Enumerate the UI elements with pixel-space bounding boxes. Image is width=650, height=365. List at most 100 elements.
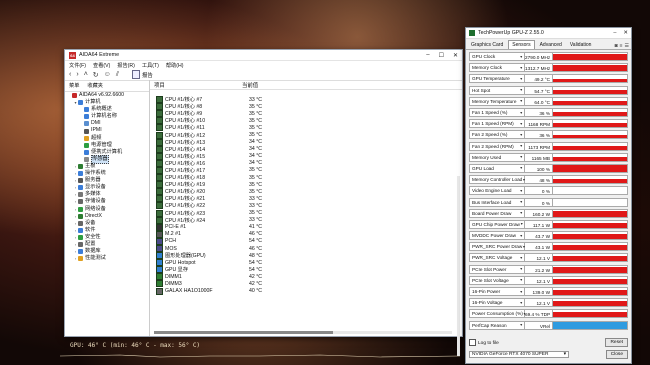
checkbox-icon[interactable] [469, 339, 476, 346]
tree-item[interactable]: › 软件 [65, 227, 149, 234]
tree-item[interactable]: › 性能测试 [65, 255, 149, 262]
tree-item[interactable]: › 设备 [65, 220, 149, 227]
sensor-row[interactable]: DIMM1 42 °C [156, 273, 456, 281]
tree-item[interactable]: › 存储设备 [65, 198, 149, 205]
sensor-name-dropdown[interactable]: PWR_SRC Power Draw▼ [469, 242, 526, 252]
close-button[interactable]: Close [605, 350, 628, 359]
column-item[interactable]: 项目 [150, 81, 238, 89]
sensor-name-dropdown[interactable]: PCIe Slot Voltage ▼ [469, 275, 525, 285]
menu-item[interactable]: 查看(V) [93, 62, 110, 69]
close-icon[interactable]: ✕ [453, 52, 458, 59]
sensor-name-dropdown[interactable]: PCIe Slot Power ▼ [469, 264, 525, 274]
tree-item[interactable]: › 操作系统 [65, 170, 149, 177]
sensor-row[interactable]: CPU #1/核心 #23 35 °C [156, 209, 456, 217]
sensor-row[interactable]: DIMM3 42 °C [156, 280, 456, 288]
nav-tab[interactable]: 菜单 [69, 82, 79, 89]
minimize-icon[interactable]: – [426, 52, 429, 59]
sensor-name-dropdown[interactable]: Memory Used ▼ [469, 152, 525, 162]
menu-item[interactable]: 工具(T) [142, 62, 159, 69]
tree-item[interactable]: › 多媒体 [65, 191, 149, 198]
sensor-name-dropdown[interactable]: Fan 2 Speed (RPM) ▼ [469, 141, 525, 151]
tree-item[interactable]: › 网络设备 [65, 206, 149, 213]
column-value[interactable]: 当前值 [238, 81, 258, 89]
maximize-icon[interactable]: ☐ [439, 52, 444, 59]
sensor-row[interactable]: CPU #1/核心 #12 35 °C [156, 131, 456, 139]
user-icon[interactable]: ☺ [104, 71, 111, 78]
sensor-name-dropdown[interactable]: PWR_SRC Voltage ▼ [469, 253, 525, 263]
menu-item[interactable]: 报告(R) [117, 62, 135, 69]
tree-item[interactable]: › 配置 [65, 241, 149, 248]
horizontal-scrollbar[interactable] [154, 331, 452, 334]
sensor-name-dropdown[interactable]: GPU Chip Power Draw ▼ [469, 219, 525, 229]
sensor-row[interactable]: CPU #1/核心 #20 35 °C [156, 188, 456, 196]
gpu-select[interactable]: NVIDIA GeForce RTX 4070 SUPER ▾ [469, 351, 569, 358]
sensor-row[interactable]: CPU #1/核心 #14 34 °C [156, 145, 456, 153]
forward-icon[interactable]: › [76, 71, 78, 78]
tree-item[interactable]: › 数据库 [65, 248, 149, 255]
sensor-row[interactable]: CPU #1/核心 #24 33 °C [156, 216, 456, 224]
close-icon[interactable]: ✕ [623, 30, 628, 36]
tree-item[interactable]: › 主板 [65, 163, 149, 170]
sensor-name-dropdown[interactable]: 16-Pin Voltage ▼ [469, 298, 525, 308]
tree-item[interactable]: › 显示设备 [65, 184, 149, 191]
tree-item[interactable]: › 服务器 [65, 177, 149, 184]
up-icon[interactable]: ˄ [84, 71, 88, 78]
gpuz-tab[interactable]: Validation [567, 41, 595, 49]
reset-button[interactable]: Reset [605, 338, 628, 347]
tree-item[interactable]: 传感器 [65, 154, 149, 164]
sensor-row[interactable]: CPU #1/核心 #13 34 °C [156, 138, 456, 146]
sensor-row[interactable]: CPU #1/核心 #18 35 °C [156, 174, 456, 182]
sensor-row[interactable]: CPU #1/核心 #16 34 °C [156, 159, 456, 167]
sensor-row[interactable]: PCI-E #1 41 °C [156, 223, 456, 231]
sensor-row[interactable]: M.2 #1 46 °C [156, 230, 456, 238]
sensor-name-dropdown[interactable]: Power Consumption (%)▼ [469, 309, 526, 319]
sensor-row[interactable]: CPU #1/核心 #21 33 °C [156, 195, 456, 203]
sensor-row[interactable]: CPU #1/核心 #10 35 °C [156, 117, 456, 125]
sensor-name-dropdown[interactable]: PerfCap Reason ▼ [469, 320, 525, 330]
sensor-name-dropdown[interactable]: GPU Temperature ▼ [469, 74, 525, 84]
sensor-name-dropdown[interactable]: Memory Clock ▼ [469, 63, 525, 73]
back-icon[interactable]: ‹ [69, 71, 71, 78]
sensor-row[interactable]: GPU Hotspot 54 °C [156, 259, 456, 267]
sensor-row[interactable]: CPU #1/核心 #7 33 °C [156, 96, 456, 104]
tree-item[interactable]: IPMI [65, 127, 149, 134]
menu-icon[interactable]: ☰ [625, 43, 629, 49]
tree-item[interactable]: AIDA64 v6.92.6600 [65, 92, 149, 99]
sensor-name-dropdown[interactable]: Video Engine Load ▼ [469, 186, 525, 196]
sensor-name-dropdown[interactable]: Board Power Draw ▼ [469, 208, 525, 218]
refresh-icon[interactable]: ≡ [620, 43, 623, 49]
sensor-name-dropdown[interactable]: MVDDC Power Draw ▼ [469, 231, 525, 241]
minimize-icon[interactable]: – [613, 30, 616, 36]
sensor-row[interactable]: 图形处理器(GPU) 48 °C [156, 252, 456, 260]
tree-item[interactable]: 计算机名称 [65, 113, 149, 120]
sensor-row[interactable]: CPU #1/核心 #11 35 °C [156, 124, 456, 132]
sensor-row[interactable]: CPU #1/核心 #9 35 °C [156, 110, 456, 118]
sensor-name-dropdown[interactable]: Memory Controller Load▼ [469, 175, 526, 185]
sensor-row[interactable]: CPU #1/核心 #17 35 °C [156, 166, 456, 174]
sensor-name-dropdown[interactable]: GPU Load ▼ [469, 163, 525, 173]
sensor-row[interactable]: CPU #1/核心 #19 35 °C [156, 181, 456, 189]
tree-item[interactable]: 超频 [65, 135, 149, 142]
sensor-row[interactable]: GPU 显存 54 °C [156, 266, 456, 274]
tree-item[interactable]: 电源管理 [65, 142, 149, 149]
sensor-row[interactable]: CPU #1/核心 #15 34 °C [156, 152, 456, 160]
sensor-name-dropdown[interactable]: Hot Spot ▼ [469, 85, 525, 95]
menu-item[interactable]: 文件(F) [69, 62, 86, 69]
sensor-name-dropdown[interactable]: Fan 2 Speed (%) ▼ [469, 130, 525, 140]
gpuz-tab[interactable]: Advanced [537, 41, 565, 49]
sensor-row[interactable]: GALAX HA1O1000F 40 °C [156, 287, 456, 295]
tree-item[interactable]: › DirectX [65, 213, 149, 220]
vertical-scrollbar[interactable] [457, 176, 460, 356]
gpuz-tab[interactable]: Sensors [508, 40, 535, 49]
sensor-name-dropdown[interactable]: Fan 1 Speed (%) ▼ [469, 108, 525, 118]
sensor-name-dropdown[interactable]: 16-Pin Power ▼ [469, 287, 525, 297]
tree-item[interactable]: › 安全性 [65, 234, 149, 241]
sensor-name-dropdown[interactable]: GPU Clock ▼ [469, 52, 525, 62]
sensor-name-dropdown[interactable]: Fan 1 Speed (RPM) ▼ [469, 119, 525, 129]
refresh-icon[interactable]: ↻ [93, 71, 99, 79]
menu-item[interactable]: 帮助(H) [166, 62, 184, 69]
tree-item[interactable]: DMI [65, 120, 149, 127]
chart-icon[interactable]: ⫽ [116, 71, 119, 79]
sensor-row[interactable]: CPU #1/核心 #22 33 °C [156, 202, 456, 210]
report-button[interactable]: 报告 [131, 70, 153, 79]
